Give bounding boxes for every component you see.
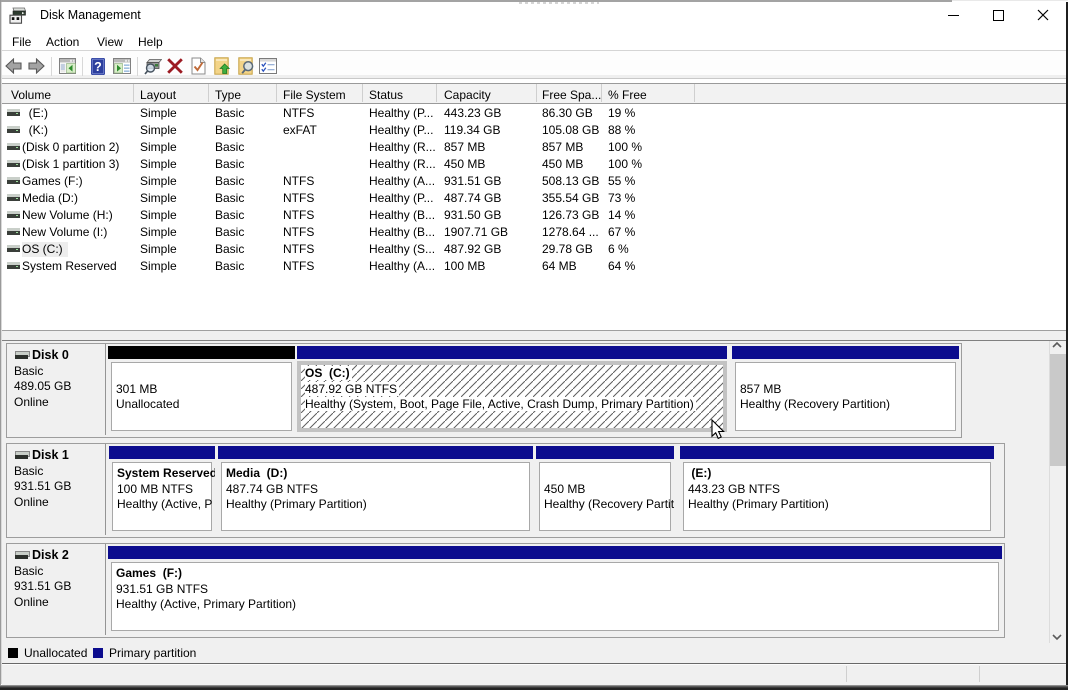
svg-text:?: ?: [94, 60, 102, 74]
